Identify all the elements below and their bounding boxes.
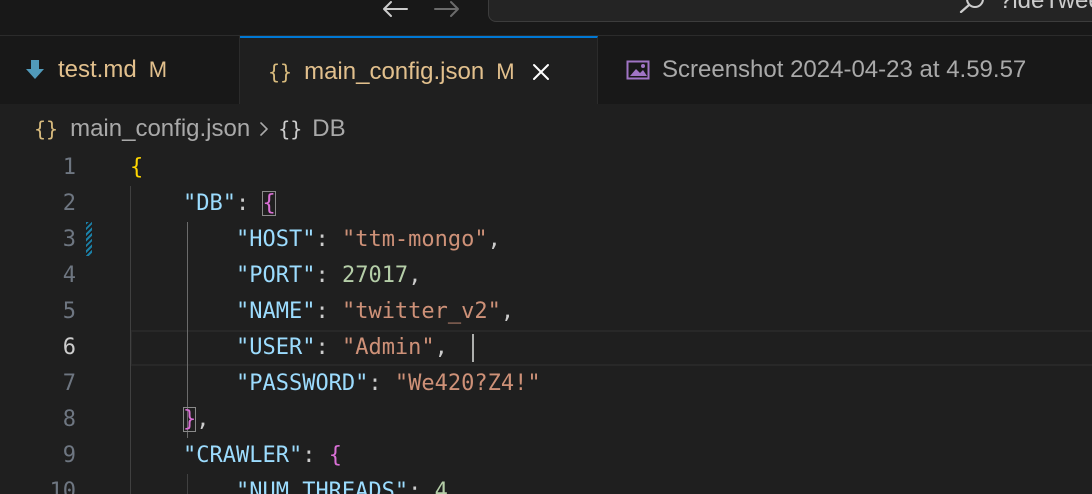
line-number: 1 bbox=[62, 155, 76, 180]
tab-title: main_config.json bbox=[304, 57, 485, 85]
code-editor[interactable]: 1 { 2 "DB": { 3 "HOST": "ttm-mongo", 4 "… bbox=[0, 150, 1092, 494]
forward-button[interactable] bbox=[430, 0, 464, 24]
line-number: 9 bbox=[62, 443, 76, 468]
modified-indicator: M bbox=[496, 58, 515, 84]
command-center-text: ?ideTwee bbox=[999, 0, 1092, 14]
arrow-right-icon bbox=[434, 1, 459, 17]
search-icon bbox=[957, 0, 985, 18]
code-line: 3 "HOST": "ttm-mongo", bbox=[0, 222, 1092, 258]
json-braces-icon: {} bbox=[268, 59, 293, 84]
line-content: }, bbox=[182, 407, 210, 432]
title-bar: ?ideTwee bbox=[0, 0, 1092, 36]
tab-title: test.md bbox=[58, 56, 137, 83]
breadcrumb: {} main_config.json {} DB bbox=[0, 104, 1092, 154]
line-number: 2 bbox=[62, 191, 76, 216]
line-content: { bbox=[130, 155, 144, 180]
line-content: "PASSWORD": "We420?Z4!" bbox=[235, 371, 541, 396]
code-line: 4 "PORT": 27017, bbox=[0, 258, 1092, 294]
line-content: "DB": { bbox=[182, 191, 276, 216]
line-content: "PORT": 27017, bbox=[235, 263, 422, 288]
line-number: 6 bbox=[62, 335, 76, 360]
back-button[interactable] bbox=[378, 0, 412, 24]
line-number: 5 bbox=[62, 299, 76, 324]
image-icon bbox=[626, 60, 650, 80]
line-number: 4 bbox=[62, 263, 76, 288]
code-line: 1 { bbox=[0, 150, 1092, 186]
tab-screenshot[interactable]: Screenshot 2024-04-23 at 4.59.57 bbox=[598, 36, 1092, 104]
code-line: 2 "DB": { bbox=[0, 186, 1092, 222]
line-content: "NAME": "twitter_v2", bbox=[235, 299, 515, 324]
tab-test-md[interactable]: test.md M bbox=[0, 36, 240, 104]
line-number: 10 bbox=[49, 479, 77, 494]
code-line: 7 "PASSWORD": "We420?Z4!" bbox=[0, 366, 1092, 402]
code-line: 5 "NAME": "twitter_v2", bbox=[0, 294, 1092, 330]
line-content: "CRAWLER": { bbox=[182, 443, 342, 468]
line-content: "HOST": "ttm-mongo", bbox=[235, 227, 501, 252]
arrow-left-icon bbox=[383, 1, 408, 17]
breadcrumb-symbol-label: DB bbox=[312, 115, 346, 142]
vscode-window: ?ideTwee test.md M {} main_config.json M bbox=[0, 0, 1092, 494]
code-line: 8 }, bbox=[0, 402, 1092, 438]
object-symbol-icon: {} bbox=[278, 117, 303, 141]
code-line: 9 "CRAWLER": { bbox=[0, 438, 1092, 474]
close-icon[interactable] bbox=[531, 62, 551, 82]
tab-title: Screenshot 2024-04-23 at 4.59.57 bbox=[662, 56, 1027, 83]
breadcrumb-file[interactable]: {} main_config.json bbox=[34, 115, 250, 143]
json-braces-icon: {} bbox=[34, 117, 59, 141]
breadcrumb-file-label: main_config.json bbox=[70, 115, 251, 142]
text-cursor bbox=[472, 334, 474, 362]
breadcrumb-symbol[interactable]: {} DB bbox=[278, 115, 345, 143]
code-line: 10 "NUM_THREADS": 4 bbox=[0, 474, 1092, 494]
command-center-search[interactable]: ?ideTwee bbox=[488, 0, 1092, 22]
tab-main-config-json[interactable]: {} main_config.json M bbox=[240, 36, 598, 105]
code-line-current: 6 "USER": "Admin", bbox=[0, 330, 1092, 366]
line-content: "USER": "Admin", bbox=[235, 335, 448, 360]
line-number: 8 bbox=[62, 407, 76, 432]
line-number: 7 bbox=[62, 371, 76, 396]
editor-tab-bar: test.md M {} main_config.json M Screensh bbox=[0, 36, 1092, 105]
chevron-right-icon bbox=[258, 119, 270, 139]
modified-indicator: M bbox=[148, 57, 168, 82]
line-number: 3 bbox=[62, 227, 76, 252]
markdown-arrow-icon bbox=[24, 59, 46, 81]
matched-bracket: } bbox=[182, 407, 197, 432]
line-content: "NUM_THREADS": 4 bbox=[235, 479, 448, 494]
matched-bracket: { bbox=[262, 191, 276, 216]
